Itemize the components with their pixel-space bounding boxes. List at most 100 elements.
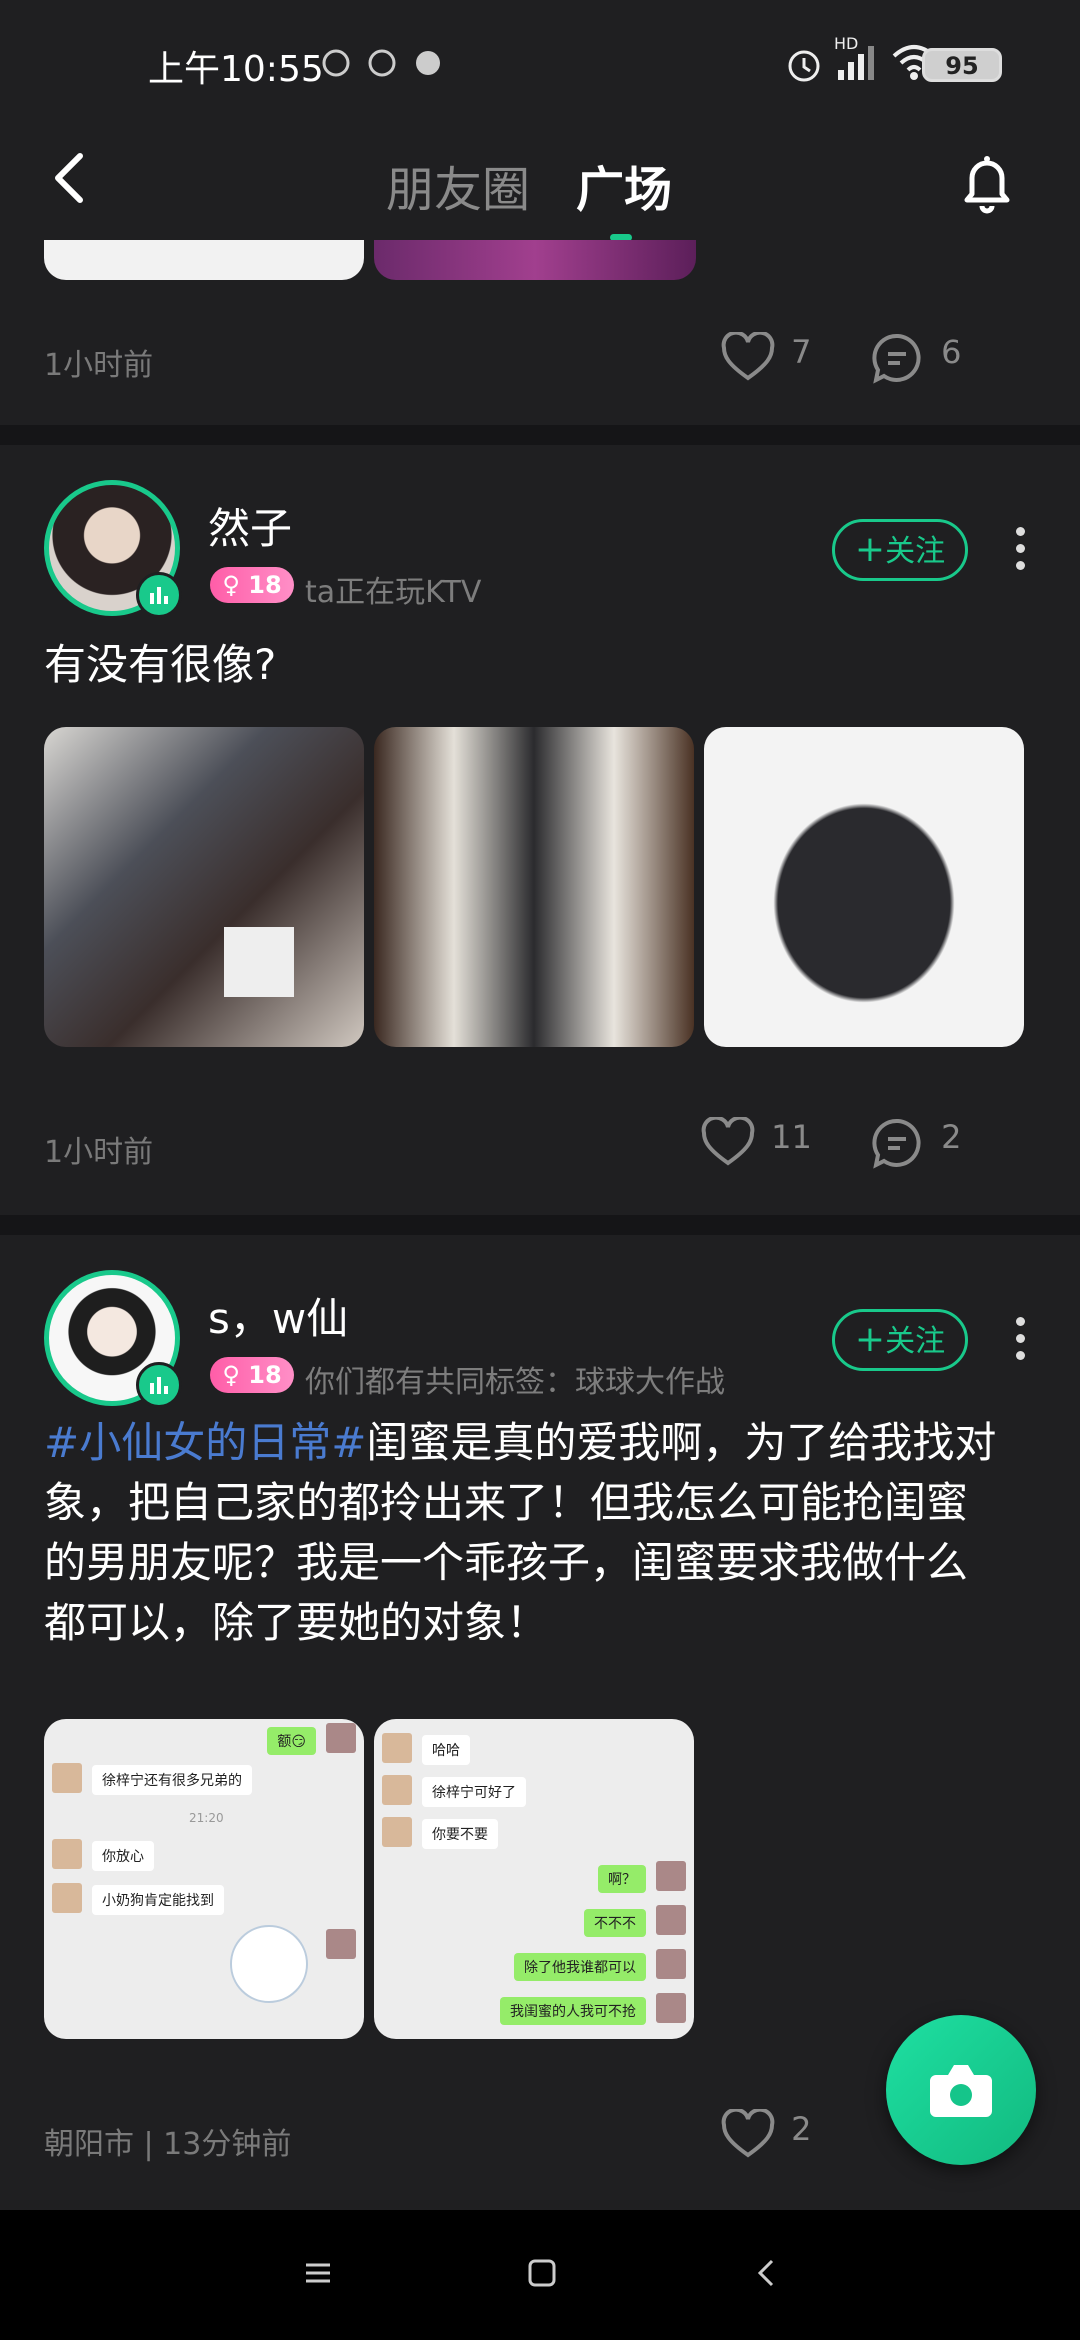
menu-button[interactable]: [300, 2255, 336, 2295]
user-name[interactable]: 然子: [208, 495, 292, 556]
chat-bubble-white: 小奶狗肯定能找到: [92, 1885, 224, 1915]
post-text-line: 的男朋友呢？我是一个乖孩子，闺蜜要求我做什么: [44, 1538, 969, 1587]
post-card: 1小时前 7 6: [0, 240, 1080, 425]
system-back-button[interactable]: [750, 2255, 786, 2295]
cat-sticker: [230, 1925, 308, 2003]
chat-message: 你要不要: [432, 1827, 488, 1843]
gender-age-badge: ♀ 18: [210, 1357, 294, 1393]
chat-avatar: [382, 1733, 412, 1763]
audio-bars-icon: [150, 1377, 168, 1394]
more-options-button[interactable]: [1015, 527, 1025, 578]
like-count: 2: [791, 2109, 812, 2148]
topic-tag[interactable]: #小仙女的日常#: [44, 1418, 366, 1467]
home-button[interactable]: [524, 2255, 560, 2295]
follow-label: 关注: [885, 1324, 946, 1359]
chat-avatar: [326, 1929, 356, 1959]
comment-icon: [872, 333, 921, 384]
more-dot: [1015, 527, 1025, 536]
more-options-button[interactable]: [1015, 1317, 1025, 1368]
comment-button[interactable]: 2: [870, 1117, 961, 1169]
user-status: ta正在玩KTV: [305, 575, 482, 610]
chat-avatar: [52, 1839, 82, 1869]
menu-icon: [306, 2263, 330, 2283]
chat-message: 小奶狗肯定能找到: [102, 1893, 214, 1909]
back-icon: [757, 2259, 774, 2287]
chat-avatar: [656, 1861, 686, 1891]
audio-bars-icon: [150, 587, 168, 604]
like-button[interactable]: 11: [700, 1115, 812, 1169]
camera-post-button[interactable]: [886, 2015, 1036, 2165]
chat-timestamp: 21:20: [189, 1811, 224, 1825]
alarm-icon: [784, 44, 824, 88]
chat-bubble-green: 除了他我谁都可以: [514, 1953, 646, 1981]
like-button[interactable]: 2: [720, 2107, 812, 2161]
heart-icon: [701, 1115, 755, 1166]
user-name[interactable]: s，w仙: [208, 1285, 348, 1346]
post-text: 有没有很像?: [44, 640, 277, 689]
post-image[interactable]: [374, 240, 696, 280]
tab-square[interactable]: 广场: [576, 150, 672, 220]
system-nav-bar: [0, 2210, 1080, 2340]
voice-room-badge: [136, 1362, 182, 1408]
chat-bubble-white: 哈哈: [422, 1735, 470, 1765]
follow-label: 关注: [885, 534, 946, 569]
comment-count: 2: [941, 1117, 962, 1156]
post-time: 1小时前: [44, 348, 154, 383]
post-text-line: 象，把自己家的都拎出来了！但我怎么可能抢闺蜜: [44, 1478, 969, 1527]
feed[interactable]: 1小时前 7 6 然子 ♀ 18 ta正在玩KTV +关注 有没有很像? 1小时…: [0, 240, 1080, 2215]
sticker: [224, 927, 294, 997]
like-count: 11: [771, 1117, 812, 1156]
chat-time: 21:20: [189, 1811, 224, 1825]
top-nav: 朋友圈 广场: [0, 120, 1080, 241]
status-bar: 上午10:55 HD 95: [0, 0, 1080, 120]
female-icon: ♀: [222, 1361, 240, 1389]
chat-message: 啊？: [608, 1872, 636, 1888]
post-text-line: #小仙女的日常#闺蜜是真的爱我啊，为了给我找对: [44, 1413, 1044, 1473]
chat-message: 额😏: [277, 1734, 306, 1750]
voice-room-badge: [136, 572, 182, 618]
chat-avatar: [52, 1763, 82, 1793]
chat-message: 徐梓宁还有很多兄弟的: [102, 1773, 242, 1789]
post-image[interactable]: [44, 240, 364, 280]
chat-avatar: [382, 1817, 412, 1847]
like-button[interactable]: 7: [720, 330, 812, 384]
comment-button[interactable]: 6: [870, 332, 961, 384]
chat-avatar: [52, 1883, 82, 1913]
comment-count: 6: [941, 332, 962, 371]
more-dot: [1015, 1317, 1025, 1326]
post-text-line: 都可以，除了要她的对象！: [44, 1598, 549, 1647]
post-separator: [0, 425, 1080, 445]
post-separator: [0, 1215, 1080, 1235]
plus-icon: +: [854, 1319, 886, 1360]
like-count: 7: [791, 332, 812, 371]
user-status: 你们都有共同标签：球球大作战: [305, 1365, 725, 1400]
back-button[interactable]: [40, 148, 100, 208]
status-time: 上午10:55: [148, 49, 324, 90]
bell-icon: [964, 156, 1010, 214]
home-icon: [528, 2259, 556, 2287]
follow-button[interactable]: +关注: [832, 1309, 968, 1371]
more-dot: [1015, 561, 1025, 570]
more-dot: [1015, 1351, 1025, 1360]
post-image[interactable]: 额😏 徐梓宁还有很多兄弟的 21:20 你放心 小奶狗肯定能找到: [44, 1719, 364, 2039]
chat-message: 我闺蜜的人我可不抢: [510, 2004, 636, 2020]
comment-icon: [872, 1118, 921, 1169]
heart-icon: [721, 2107, 775, 2158]
post-image[interactable]: [704, 727, 1024, 1047]
post-image[interactable]: [374, 727, 694, 1047]
more-dot: [1015, 1334, 1025, 1343]
chat-message: 你放心: [102, 1849, 144, 1865]
chat-message: 除了他我谁都可以: [524, 1960, 636, 1976]
post-image[interactable]: [44, 727, 364, 1047]
post-card: 然子 ♀ 18 ta正在玩KTV +关注 有没有很像? 1小时前 11 2: [0, 445, 1080, 1215]
follow-button[interactable]: +关注: [832, 519, 968, 581]
age-text: 18: [248, 1361, 282, 1389]
chat-bubble-green: 额😏: [267, 1727, 316, 1755]
tab-friends[interactable]: 朋友圈: [386, 150, 530, 220]
post-location-time: 朝阳市 | 13分钟前: [44, 2127, 292, 2162]
chat-message: 哈哈: [432, 1743, 460, 1759]
gender-age-badge: ♀ 18: [210, 567, 294, 603]
notification-button[interactable]: [952, 146, 1022, 216]
chat-bubble-green: 不不不: [584, 1909, 646, 1937]
post-image[interactable]: 哈哈 徐梓宁可好了 你要不要 啊？ 不不不 除了他我谁都可以 我闺蜜的人我可不抢: [374, 1719, 694, 2039]
